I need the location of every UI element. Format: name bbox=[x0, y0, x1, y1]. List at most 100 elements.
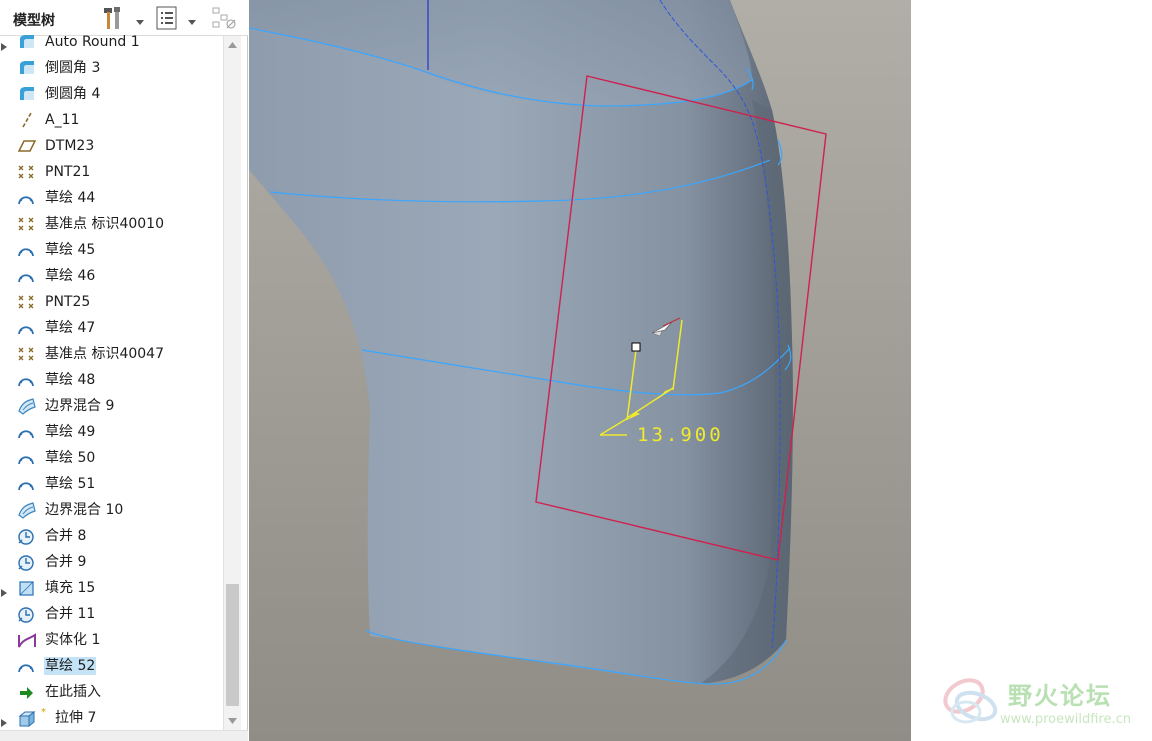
tree-item[interactable]: 基准点 标识40047 bbox=[0, 341, 222, 367]
tree-item-label: Auto Round 1 bbox=[45, 34, 140, 50]
tree-item[interactable]: DTM23 bbox=[0, 133, 222, 159]
model-tree-panel: 模型树 Auto Round 1 倒圆角 3 倒圆角 4 A_11 DTM23 … bbox=[0, 0, 248, 741]
tree-item[interactable]: 填充 15 bbox=[0, 575, 222, 601]
tree-item[interactable]: 草绘 46 bbox=[0, 263, 222, 289]
sketch-icon bbox=[17, 371, 37, 389]
tree-item-label: 倒圆角 3 bbox=[45, 60, 101, 76]
watermark-title: 野火论坛 bbox=[1008, 682, 1112, 710]
tree-item-label: PNT21 bbox=[45, 164, 91, 180]
tree-item[interactable]: 在此插入 bbox=[0, 679, 222, 705]
sketch-icon bbox=[17, 423, 37, 441]
tree-item-label: 合并 8 bbox=[45, 528, 87, 544]
tree-item-label: 边界混合 9 bbox=[45, 398, 115, 414]
tree-item[interactable]: 倒圆角 4 bbox=[0, 81, 222, 107]
tree-item-label: 草绘 50 bbox=[45, 450, 96, 466]
tree-item[interactable]: PNT25 bbox=[0, 289, 222, 315]
tree-item[interactable]: 边界混合 10 bbox=[0, 497, 222, 523]
sketch-icon bbox=[17, 475, 37, 493]
datum-point-icon bbox=[17, 215, 37, 233]
scroll-up-button[interactable] bbox=[224, 36, 241, 54]
tree-item[interactable]: 边界混合 9 bbox=[0, 393, 222, 419]
axis-icon bbox=[17, 111, 37, 129]
sketch-icon bbox=[17, 189, 37, 207]
tree-item[interactable]: 草绘 49 bbox=[0, 419, 222, 445]
tree-item-label: 草绘 46 bbox=[45, 268, 96, 284]
tree-item[interactable]: Auto Round 1 bbox=[0, 29, 222, 55]
sketch-icon bbox=[17, 319, 37, 337]
merge-icon bbox=[17, 605, 37, 623]
tree-item[interactable]: 草绘 50 bbox=[0, 445, 222, 471]
merge-icon bbox=[17, 553, 37, 571]
watermark-url: www.proewildfire.cn bbox=[1000, 712, 1131, 727]
tree-item-label: 基准点 标识40047 bbox=[45, 346, 164, 362]
expand-arrow-icon[interactable] bbox=[0, 583, 8, 597]
svg-text:*: * bbox=[41, 707, 46, 715]
chevron-down-icon bbox=[188, 20, 196, 25]
boundary-blend-icon bbox=[17, 397, 37, 415]
extrude-icon: * bbox=[17, 707, 46, 728]
app-window: 模型树 Auto Round 1 倒圆角 3 倒圆角 4 A_11 DTM23 … bbox=[0, 0, 1152, 741]
tree-item-label: 基准点 标识40010 bbox=[45, 216, 164, 232]
tree-item[interactable]: 基准点 标识40010 bbox=[0, 211, 222, 237]
tree-item-label: 草绘 52 bbox=[44, 657, 97, 675]
tree-item[interactable]: 合并 8 bbox=[0, 523, 222, 549]
tree-item-label: 在此插入 bbox=[45, 684, 101, 700]
tree-item-label: 草绘 44 bbox=[45, 190, 96, 206]
sketch-icon bbox=[17, 267, 37, 285]
tree-item[interactable]: 合并 9 bbox=[0, 549, 222, 575]
chevron-up-icon bbox=[228, 42, 237, 48]
tree-item[interactable]: 草绘 52 bbox=[0, 653, 222, 679]
tree-item[interactable]: 草绘 45 bbox=[0, 237, 222, 263]
tree-item-label: 合并 9 bbox=[45, 554, 87, 570]
tree-item[interactable]: 草绘 47 bbox=[0, 315, 222, 341]
tree-item[interactable]: A_11 bbox=[0, 107, 222, 133]
tree-item[interactable]: 草绘 48 bbox=[0, 367, 222, 393]
chevron-down-icon bbox=[136, 20, 144, 25]
tree-item[interactable]: 实体化 1 bbox=[0, 627, 222, 653]
datum-plane-icon bbox=[17, 137, 37, 155]
model-scene bbox=[249, 0, 911, 741]
datum-point-icon bbox=[17, 293, 37, 311]
sketch-icon bbox=[17, 241, 37, 259]
chevron-down-icon bbox=[228, 718, 237, 724]
tree-item-label: 草绘 49 bbox=[45, 424, 96, 440]
model-tree-list: Auto Round 1 倒圆角 3 倒圆角 4 A_11 DTM23 PNT21 草绘 4… bbox=[0, 28, 222, 741]
fill-icon bbox=[17, 579, 37, 597]
datum-point-icon bbox=[17, 345, 37, 363]
boundary-blend-icon bbox=[17, 501, 37, 519]
tree-item[interactable]: 倒圆角 3 bbox=[0, 55, 222, 81]
tree-horizontal-scrollbar[interactable] bbox=[0, 730, 248, 741]
tree-item-label: 边界混合 10 bbox=[45, 502, 124, 518]
model-tree-title: 模型树 bbox=[13, 13, 55, 29]
tree-item-label: A_11 bbox=[45, 112, 80, 128]
tree-item-label: 草绘 51 bbox=[45, 476, 96, 492]
expand-arrow-icon[interactable] bbox=[0, 37, 8, 51]
watermark: 野火论坛 www.proewildfire.cn bbox=[940, 672, 1150, 734]
dimension-value-label[interactable]: 13.900 bbox=[637, 424, 724, 446]
sketch-icon bbox=[17, 449, 37, 467]
right-blank-area bbox=[911, 0, 1152, 741]
merge-icon bbox=[17, 527, 37, 545]
datum-point-icon bbox=[17, 163, 37, 181]
scroll-down-button[interactable] bbox=[224, 712, 241, 730]
tree-item[interactable]: PNT21 bbox=[0, 159, 222, 185]
round-icon bbox=[17, 85, 37, 103]
tree-item-label: 草绘 47 bbox=[45, 320, 96, 336]
graphics-viewport[interactable]: 13.900 bbox=[249, 0, 911, 741]
tree-item[interactable]: * 拉伸 7 bbox=[0, 705, 222, 731]
drag-handle[interactable] bbox=[631, 342, 641, 352]
expand-arrow-icon[interactable] bbox=[0, 713, 8, 727]
scroll-thumb[interactable] bbox=[226, 584, 239, 706]
tree-item-label: 合并 11 bbox=[45, 606, 96, 622]
tree-item[interactable]: 草绘 44 bbox=[0, 185, 222, 211]
round-icon bbox=[17, 33, 37, 51]
star-marker-icon: * bbox=[41, 707, 46, 715]
sketch-icon bbox=[17, 657, 37, 675]
tree-item-label: DTM23 bbox=[45, 138, 95, 154]
forum-logo-icon bbox=[943, 678, 998, 724]
tree-item-label: 草绘 45 bbox=[45, 242, 96, 258]
tree-item[interactable]: 合并 11 bbox=[0, 601, 222, 627]
tree-item[interactable]: 草绘 51 bbox=[0, 471, 222, 497]
tree-item-label: 拉伸 7 bbox=[55, 710, 97, 726]
tree-vertical-scrollbar[interactable] bbox=[223, 36, 241, 730]
